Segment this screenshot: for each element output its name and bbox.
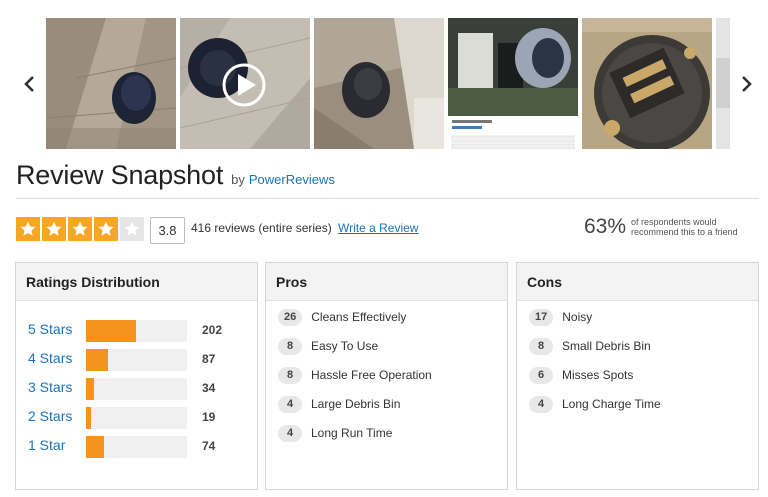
dist-row-2[interactable]: 2 Stars 19: [28, 407, 248, 429]
star-icon: [42, 217, 66, 241]
tag-label: Easy To Use: [311, 339, 379, 353]
dist-row-3[interactable]: 3 Stars 34: [28, 378, 248, 400]
recommend-text: of respondents would recommend this to a…: [631, 217, 738, 237]
con-tag[interactable]: 4 Long Charge Time: [529, 394, 661, 414]
tag-count-badge: 4: [529, 395, 553, 413]
tag-label: Small Debris Bin: [562, 339, 651, 353]
dist-label[interactable]: 2 Stars: [28, 408, 72, 424]
dist-bar-track: [86, 407, 187, 429]
chevron-right-icon[interactable]: [734, 70, 758, 98]
tag-count-badge: 8: [278, 337, 302, 355]
write-review-link[interactable]: Write a Review: [338, 221, 418, 235]
tag-count-badge: 8: [278, 366, 302, 384]
dist-bar-track: [86, 320, 187, 342]
thumbnail-5[interactable]: [582, 18, 712, 149]
dist-count: 19: [202, 410, 216, 424]
powerreviews-link[interactable]: PowerReviews: [249, 172, 335, 187]
tag-count-badge: 17: [529, 308, 554, 326]
thumbnail-1[interactable]: [46, 18, 176, 149]
tag-label: Misses Spots: [562, 368, 634, 382]
recommend-percent: 63%: [584, 215, 627, 238]
dist-count: 87: [202, 352, 216, 366]
by-text: by: [231, 172, 245, 187]
pro-tag[interactable]: 8 Easy To Use: [278, 336, 378, 356]
dist-label[interactable]: 3 Stars: [28, 379, 72, 395]
tag-label: Hassle Free Operation: [311, 368, 432, 382]
pro-tag[interactable]: 8 Hassle Free Operation: [278, 365, 432, 385]
dist-count: 202: [202, 323, 223, 337]
panel-title: Pros: [266, 263, 507, 301]
star-empty-icon: [120, 217, 144, 241]
pro-tag[interactable]: 26 Cleans Effectively: [278, 307, 406, 327]
tag-label: Long Run Time: [311, 426, 393, 440]
thumbnail-video[interactable]: [180, 18, 310, 149]
dist-count: 34: [202, 381, 216, 395]
page-title: Review Snapshot: [16, 160, 224, 190]
dist-row-5[interactable]: 5 Stars 202: [28, 320, 248, 342]
star-rating: [16, 217, 144, 241]
thumbnail-3[interactable]: [314, 18, 444, 149]
dist-count: 74: [202, 439, 216, 453]
star-icon: [16, 217, 40, 241]
con-tag[interactable]: 17 Noisy: [529, 307, 592, 327]
thumbnail-4[interactable]: [448, 18, 578, 149]
thumbnail-6[interactable]: [716, 18, 730, 149]
tag-count-badge: 4: [278, 395, 302, 413]
dist-bar-fill: [86, 436, 104, 458]
dist-bar-fill: [86, 320, 136, 342]
snapshot-header: Review Snapshot by PowerReviews: [16, 160, 335, 196]
dist-bar-track: [86, 378, 187, 400]
tag-label: Noisy: [562, 310, 593, 324]
ratings-distribution-panel: Ratings Distribution 5 Stars 202 4 Stars…: [15, 262, 258, 490]
dist-bar-fill: [86, 349, 108, 371]
panel-title: Cons: [517, 263, 758, 301]
tag-label: Long Charge Time: [562, 397, 661, 411]
thumbnail-strip: [46, 18, 730, 149]
chevron-left-icon[interactable]: [18, 70, 42, 98]
dist-row-1[interactable]: 1 Star 74: [28, 436, 248, 458]
con-tag[interactable]: 6 Misses Spots: [529, 365, 633, 385]
star-icon: [68, 217, 92, 241]
media-carousel: [0, 0, 768, 158]
tag-count-badge: 6: [529, 366, 553, 384]
dist-label[interactable]: 4 Stars: [28, 350, 72, 366]
dist-bar-track: [86, 436, 187, 458]
reviews-count: 416 reviews (entire series): [191, 221, 332, 235]
dist-label[interactable]: 5 Stars: [28, 321, 72, 337]
dist-row-4[interactable]: 4 Stars 87: [28, 349, 248, 371]
dist-bar-fill: [86, 407, 91, 429]
pros-panel: Pros 26 Cleans Effectively 8 Easy To Use…: [265, 262, 508, 490]
average-score: 3.8: [150, 217, 185, 244]
dist-bar-track: [86, 349, 187, 371]
pro-tag[interactable]: 4 Long Run Time: [278, 423, 392, 443]
star-icon: [94, 217, 118, 241]
dist-label[interactable]: 1 Star: [28, 437, 65, 453]
pro-tag[interactable]: 4 Large Debris Bin: [278, 394, 400, 414]
tag-label: Large Debris Bin: [311, 397, 401, 411]
tag-count-badge: 26: [278, 308, 303, 326]
panel-title: Ratings Distribution: [16, 263, 257, 301]
cons-panel: Cons 17 Noisy 8 Small Debris Bin 6 Misse…: [516, 262, 759, 490]
tag-count-badge: 4: [278, 424, 302, 442]
con-tag[interactable]: 8 Small Debris Bin: [529, 336, 651, 356]
header-divider: [16, 198, 759, 199]
recommend-stat: 63% of respondents would recommend this …: [584, 215, 751, 239]
tag-count-badge: 8: [529, 337, 553, 355]
tag-label: Cleans Effectively: [311, 310, 407, 324]
dist-bar-fill: [86, 378, 94, 400]
